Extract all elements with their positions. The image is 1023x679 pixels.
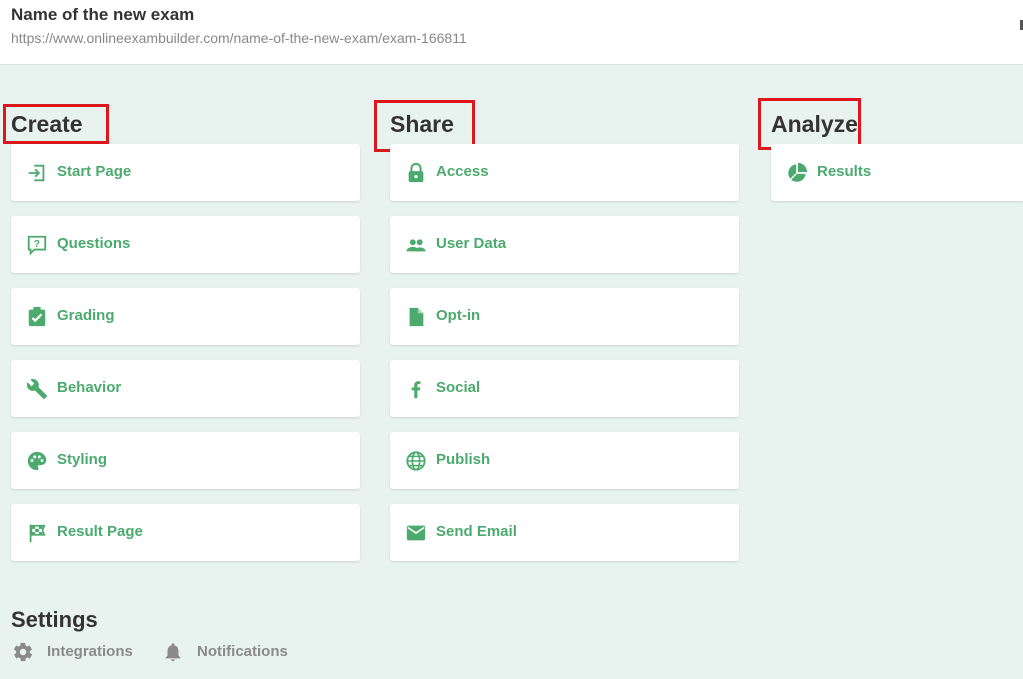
envelope-icon: [405, 522, 427, 544]
exam-title: Name of the new exam: [11, 5, 195, 24]
notifications-label: Notifications: [197, 643, 288, 660]
questions-label: Questions: [57, 235, 131, 252]
create-behavior-button[interactable]: Behavior: [11, 360, 360, 417]
results-label: Results: [817, 163, 872, 180]
share-send-email-button[interactable]: Send Email: [390, 504, 739, 561]
share-publish-button[interactable]: Publish: [390, 432, 739, 489]
lock-icon: [405, 162, 427, 184]
wrench-icon: [26, 378, 48, 400]
grading-label: Grading: [57, 307, 115, 324]
settings-section-title: Settings: [11, 607, 98, 632]
analyze-section-title: Analyze: [771, 111, 858, 137]
globe-icon: [405, 450, 427, 472]
exam-url[interactable]: https://www.onlineexambuilder.com/name-o…: [11, 30, 467, 46]
clipboard-check-icon: [26, 306, 48, 328]
document-icon: [405, 306, 427, 328]
gear-icon: [13, 642, 33, 662]
styling-label: Styling: [57, 451, 108, 468]
login-arrow-icon: [26, 162, 48, 184]
facebook-icon: [405, 378, 427, 400]
access-label: Access: [436, 163, 489, 180]
bell-icon: [165, 643, 181, 662]
behavior-label: Behavior: [57, 379, 122, 396]
social-label: Social: [436, 379, 481, 396]
result-page-label: Result Page: [57, 523, 143, 540]
share-section-title: Share: [390, 111, 454, 137]
exam-header: Name of the new exam https://www.onlinee…: [0, 0, 1023, 65]
settings-notifications-link[interactable]: Notifications: [162, 641, 288, 663]
analyze-results-button[interactable]: Results: [771, 144, 1023, 201]
settings-integrations-link[interactable]: Integrations: [12, 641, 133, 663]
send-email-label: Send Email: [436, 523, 517, 540]
create-result-page-button[interactable]: Result Page: [11, 504, 360, 561]
share-opt-in-button[interactable]: Opt-in: [390, 288, 739, 345]
create-start-page-button[interactable]: Start Page: [11, 144, 360, 201]
user-data-label: User Data: [436, 235, 507, 252]
start-page-label: Start Page: [57, 163, 132, 180]
create-styling-button[interactable]: Styling: [11, 432, 360, 489]
opt-in-label: Opt-in: [436, 307, 481, 324]
share-user-data-button[interactable]: User Data: [390, 216, 739, 273]
pie-chart-icon: [786, 162, 808, 184]
svg-text:?: ?: [34, 239, 40, 250]
share-social-button[interactable]: Social: [390, 360, 739, 417]
create-section-title: Create: [11, 111, 83, 137]
palette-icon: [26, 450, 48, 472]
checkered-flag-icon: [26, 522, 48, 544]
create-questions-button[interactable]: ? Questions: [11, 216, 360, 273]
share-access-button[interactable]: Access: [390, 144, 739, 201]
create-grading-button[interactable]: Grading: [11, 288, 360, 345]
integrations-label: Integrations: [47, 643, 133, 660]
people-icon: [405, 234, 427, 256]
question-bubble-icon: ?: [26, 234, 48, 256]
publish-label: Publish: [436, 451, 491, 468]
